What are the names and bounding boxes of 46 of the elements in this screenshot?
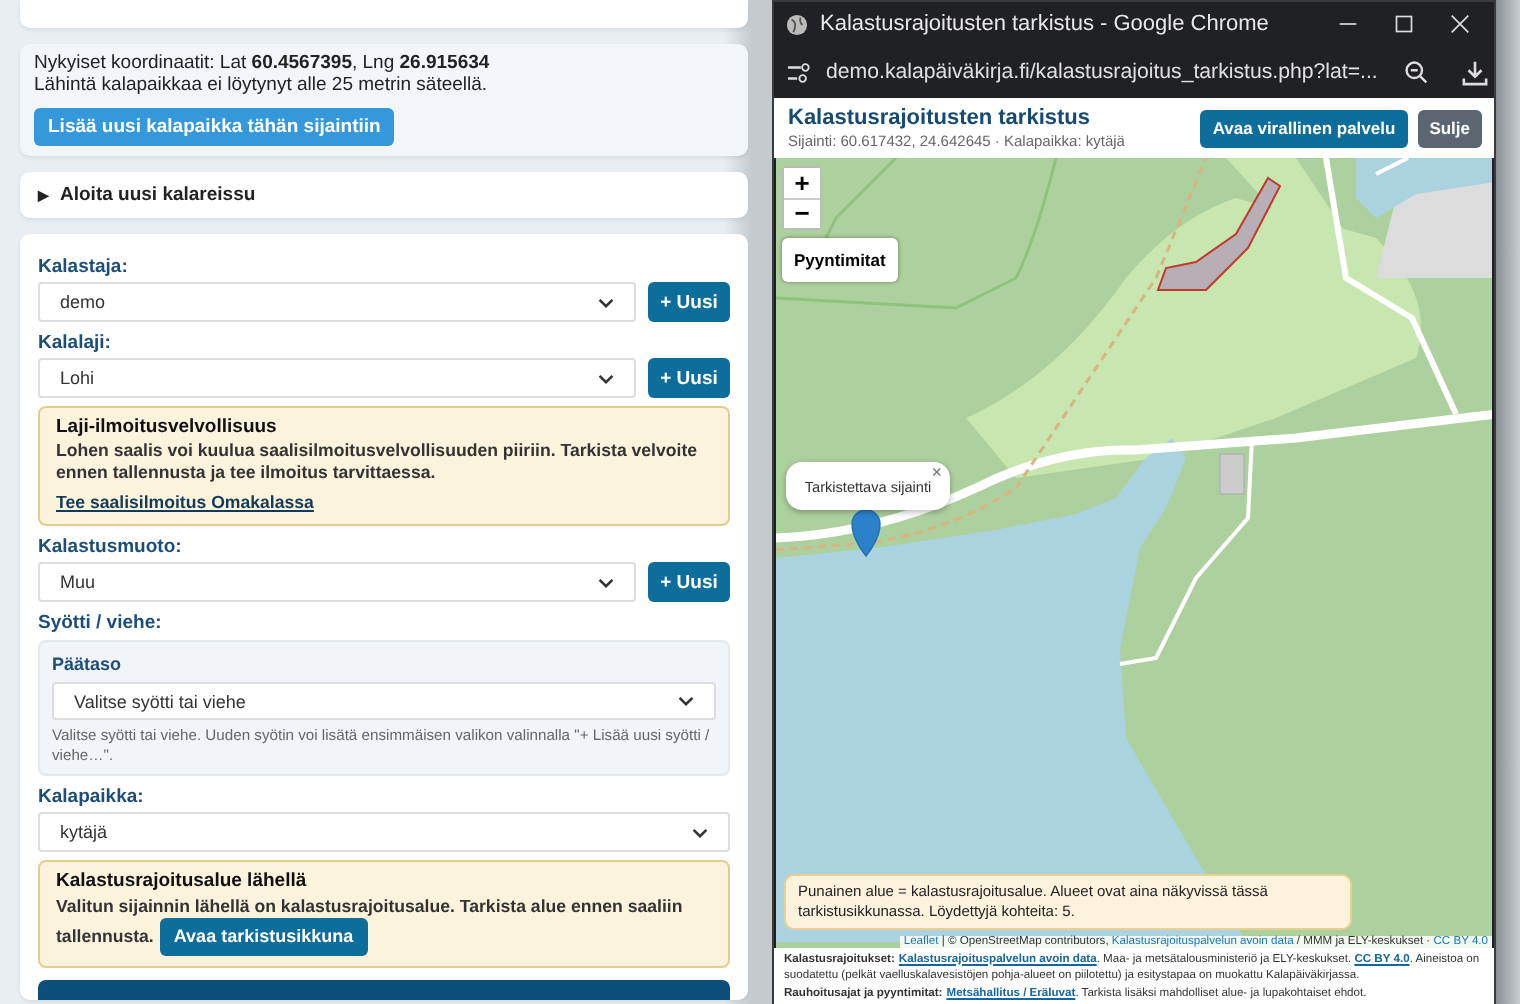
level-label: Päätaso bbox=[52, 652, 124, 676]
page-title: Kalastusrajoitusten tarkistus bbox=[788, 106, 1092, 132]
field-label: Kalalaji: bbox=[38, 332, 113, 356]
select-field[interactable]: Valitse syötti tai viehe bbox=[52, 682, 716, 720]
location-marker-icon[interactable] bbox=[851, 509, 881, 557]
built-area bbox=[1376, 178, 1492, 278]
url-text: demo.kalapäiväkirja.fi/kalastusrajoitus_tarkistus.php?lat=... bbox=[826, 60, 1378, 84]
window-title: Kalastusrajoitusten tarkistus - Google Chrome bbox=[820, 12, 1271, 36]
open-service-button[interactable]: Avaa virallinen palvelu bbox=[1200, 109, 1408, 147]
add-new-button[interactable]: + Uusi bbox=[648, 282, 730, 322]
add-new-button[interactable]: + Uusi bbox=[648, 358, 730, 398]
select-field[interactable]: Muu bbox=[38, 562, 636, 602]
field-label: Syötti / viehe: bbox=[38, 612, 164, 636]
field-label: Kalapaikka: bbox=[38, 786, 146, 810]
maximize-icon[interactable] bbox=[1394, 14, 1414, 34]
report-link[interactable]: Tee saalisilmoitus Omakalassa bbox=[56, 491, 314, 514]
location-note: Lähintä kalapaikkaa ei löytynyt alle 25 metrin säteellä. bbox=[34, 74, 490, 96]
field-label: Kalastusmuoto: bbox=[38, 536, 184, 560]
add-new-button[interactable]: + Uusi bbox=[648, 562, 730, 602]
chevron-icon bbox=[678, 696, 694, 706]
site-settings-icon[interactable] bbox=[786, 61, 812, 83]
popup-close-button[interactable]: × bbox=[931, 464, 942, 482]
close-button[interactable]: Sulje bbox=[1417, 109, 1482, 147]
notice-text: Valitun sijainnin lähellä on kalastusrajoitusalue. Tarkista alue ennen saaliin tallennusta. Avaa tarkistusikkuna bbox=[56, 893, 712, 955]
globe-icon bbox=[786, 13, 808, 35]
trip-summary[interactable]: Aloita uusi kalareissu bbox=[60, 184, 256, 206]
chevron-icon bbox=[598, 297, 614, 307]
zoom-out-button[interactable]: − bbox=[784, 198, 820, 228]
restricted-area[interactable] bbox=[1156, 176, 1282, 291]
coordinates-text: Nykyiset koordinaatit: Lat 60.4567395, Lng 26.915634 bbox=[34, 52, 492, 74]
field-label: Kalastaja: bbox=[38, 256, 130, 280]
chevron-icon bbox=[598, 577, 614, 587]
chevron-icon bbox=[692, 827, 708, 837]
chevron-icon bbox=[598, 373, 614, 383]
notice-title: Laji-ilmoitusvelvollisuus bbox=[56, 416, 279, 439]
open-check-button[interactable]: Avaa tarkistusikkuna bbox=[159, 917, 368, 955]
download-icon[interactable] bbox=[1461, 59, 1488, 85]
notice-text: Lohen saalis voi kuulua saalisilmoitusvelvollisuuden piiriin. Tarkista velvoite ennen tallennusta ja tee ilmoitus tarvittaessa. bbox=[56, 439, 700, 485]
close-icon[interactable] bbox=[1450, 14, 1470, 34]
building-shape bbox=[1219, 453, 1245, 495]
zoom-icon[interactable] bbox=[1403, 60, 1428, 84]
select-field[interactable]: Lohi bbox=[38, 358, 636, 398]
layer-button[interactable]: Pyyntimitat bbox=[782, 238, 898, 282]
select-field[interactable]: kytäjä bbox=[38, 812, 730, 852]
notice-title: Kalastusrajoitusalue lähellä bbox=[56, 870, 309, 893]
select-field[interactable]: demo bbox=[38, 282, 636, 322]
